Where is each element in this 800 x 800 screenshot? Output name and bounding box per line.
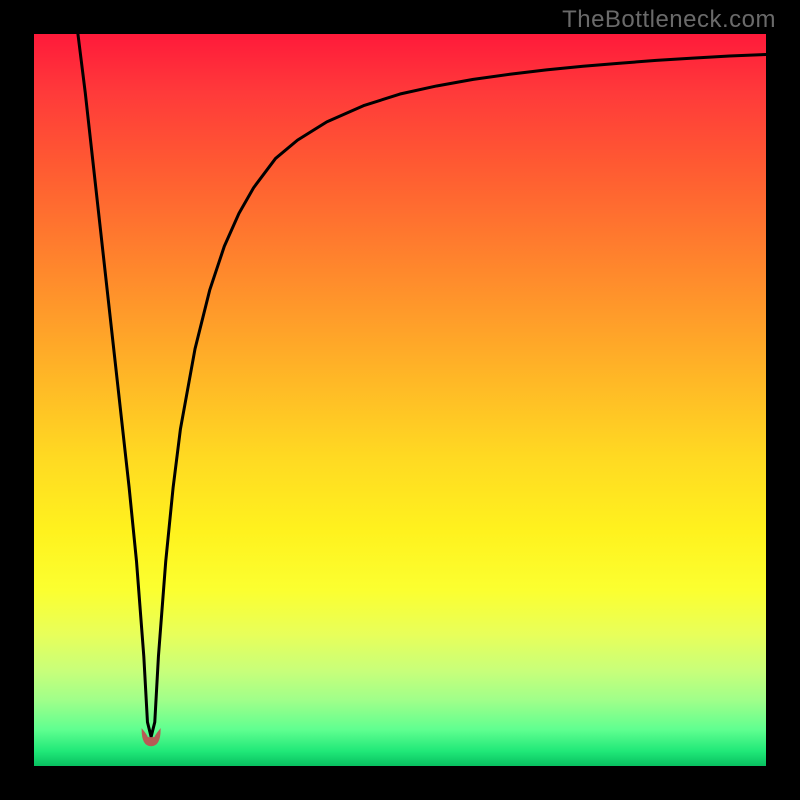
chart-frame: TheBottleneck.com [0,0,800,800]
plot-area [34,34,766,766]
curve-layer [34,34,766,766]
bottleneck-curve [78,34,766,737]
watermark-text: TheBottleneck.com [562,6,776,34]
